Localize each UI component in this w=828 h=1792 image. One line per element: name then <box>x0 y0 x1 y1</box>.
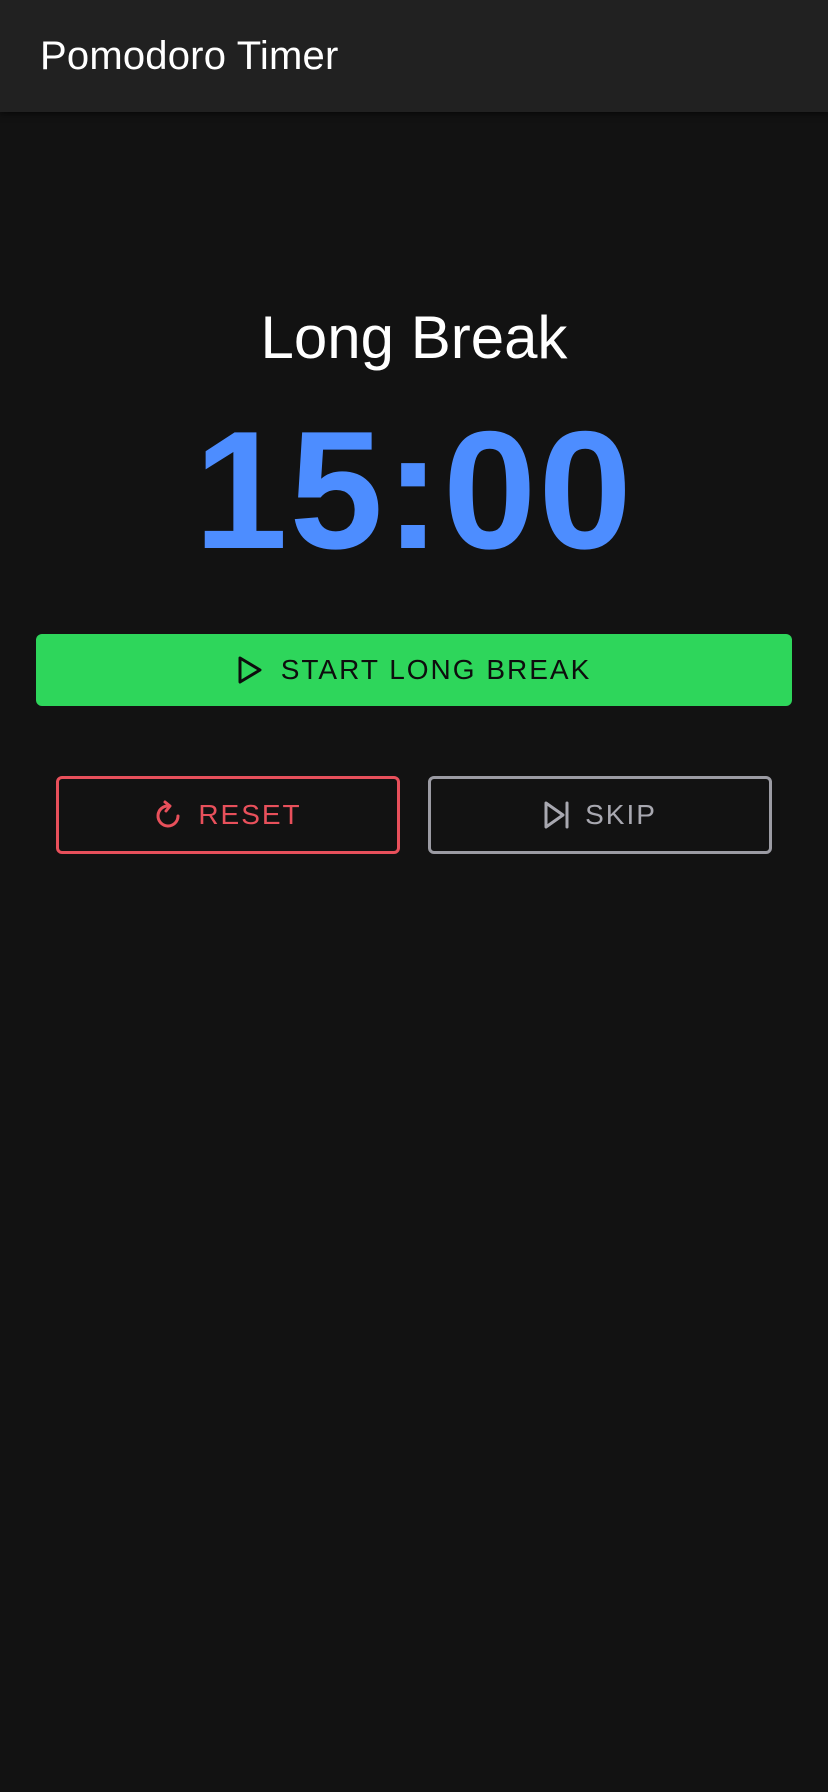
timer-display: 15:00 <box>194 396 634 584</box>
reset-button-label: RESET <box>198 799 302 830</box>
app-bar: Pomodoro Timer <box>0 0 828 112</box>
skip-button[interactable]: SKIP <box>428 776 772 854</box>
play-icon <box>237 655 263 685</box>
skip-button-label: SKIP <box>585 799 657 830</box>
timer-mode-label: Long Break <box>260 304 568 371</box>
skip-next-icon <box>543 800 571 830</box>
refresh-icon <box>154 799 184 831</box>
app-title: Pomodoro Timer <box>40 33 339 78</box>
start-long-break-button[interactable]: START LONG BREAK <box>36 634 792 706</box>
reset-button[interactable]: RESET <box>56 776 400 854</box>
start-button-label: START LONG BREAK <box>280 654 592 685</box>
